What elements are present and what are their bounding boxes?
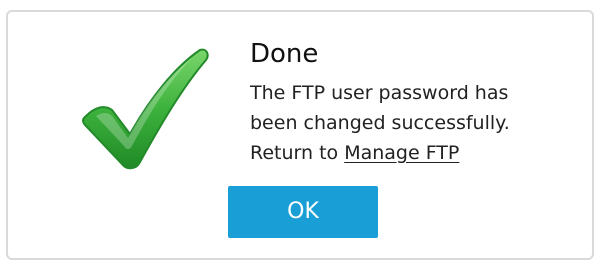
manage-ftp-link[interactable]: Manage FTP [344, 142, 459, 164]
dialog-title: Done [250, 39, 319, 69]
return-text: Return to [250, 142, 345, 164]
message-line: been changed successfully. [250, 112, 510, 134]
ok-button[interactable]: OK [228, 186, 378, 238]
page: Done The FTP user password has been chan… [0, 0, 604, 268]
message-line-return: Return to Manage FTP [250, 138, 510, 168]
dialog-message: The FTP user password has been changed s… [250, 78, 510, 168]
message-line: The FTP user password has [250, 82, 509, 104]
success-dialog: Done The FTP user password has been chan… [6, 10, 594, 260]
checkmark-icon [80, 46, 212, 172]
